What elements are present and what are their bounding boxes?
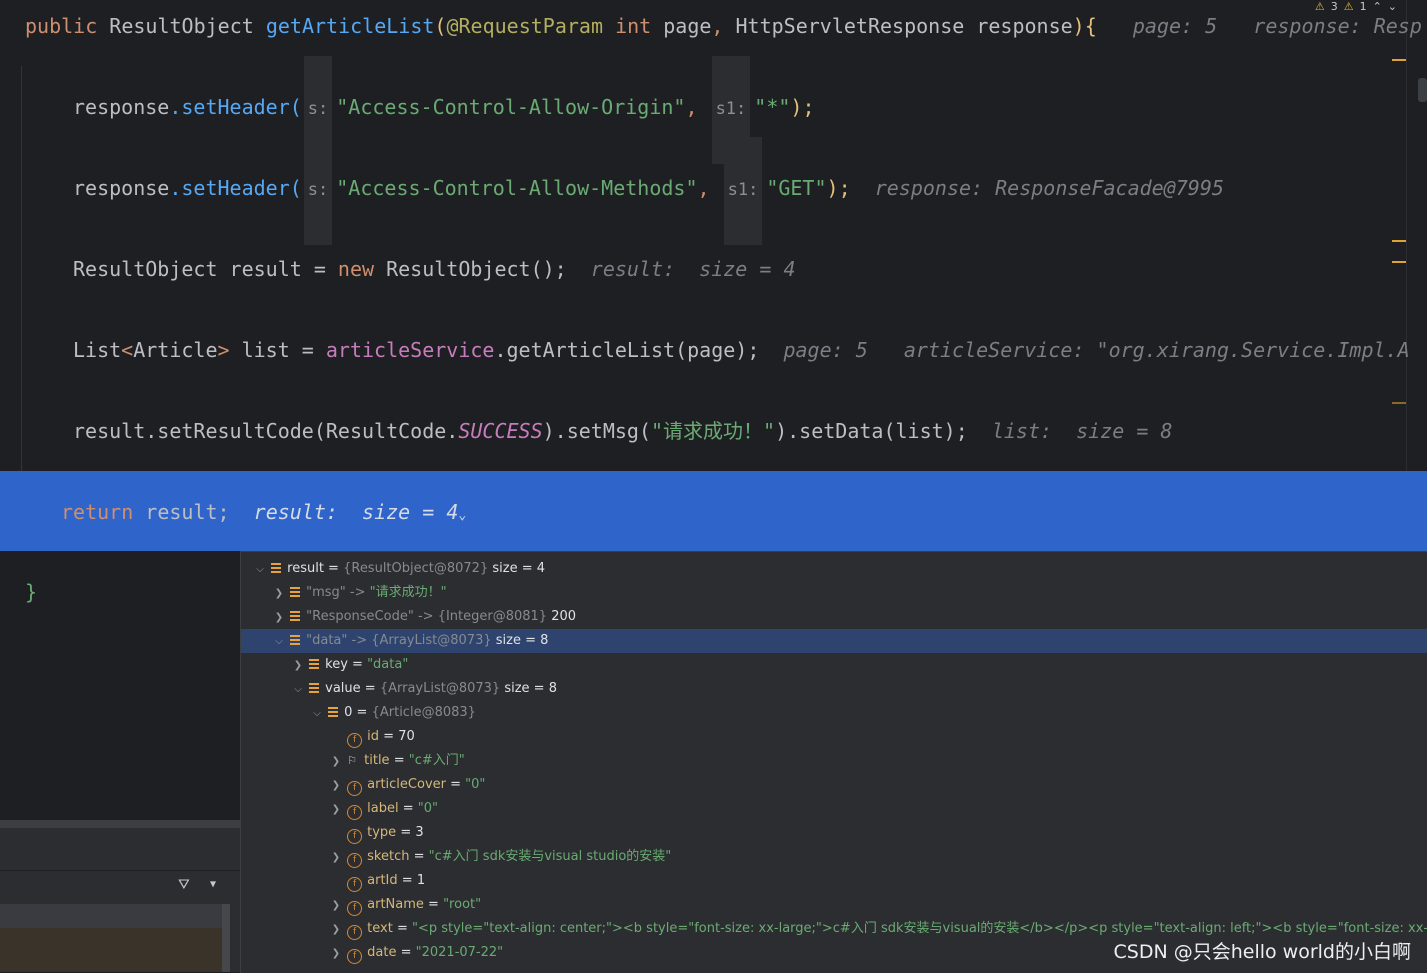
field-icon: f (347, 949, 363, 964)
chevron-down-icon[interactable]: ⌵ (253, 558, 267, 582)
tree-row[interactable]: f id = 70 (241, 725, 1427, 749)
tree-row[interactable]: ⌵ "data" -> {ArrayList@8073} size = 8 (241, 629, 1427, 653)
tree-row[interactable]: ⌵ value = {ArrayList@8073} size = 8 (241, 677, 1427, 701)
entry-icon (290, 587, 301, 597)
tree-row[interactable]: ❯ f label = "0" (241, 797, 1427, 821)
inline-hint: response: Resp (1253, 14, 1422, 38)
closing-brace: } (25, 580, 38, 604)
tree-row[interactable]: ⌵ 0 = {Article@8083} (241, 701, 1427, 725)
chevron-down-icon[interactable]: ⌵ (291, 678, 305, 702)
chevron-down-icon[interactable]: ⌵ (272, 630, 286, 654)
inline-hint: articleService: "org.xirang.Service.Impl… (903, 338, 1410, 362)
chevron-right-icon[interactable]: ❯ (329, 942, 343, 966)
tree-row[interactable]: f type = 3 (241, 821, 1427, 845)
chevron-right-icon[interactable]: ❯ (272, 582, 286, 606)
inline-hint: response: ResponseFacade@7995 (874, 176, 1224, 200)
code-line-new-result[interactable]: ResultObject result = new ResultObject()… (73, 254, 795, 284)
frame-row-selected[interactable] (0, 904, 222, 928)
field-icon: f (347, 925, 363, 940)
tree-row[interactable]: ❯ "ResponseCode" -> {Integer@8081} 200 (241, 605, 1427, 629)
field-icon: f (347, 853, 363, 868)
param-hint-tag: s: (303, 137, 333, 245)
stripe-mark (1392, 402, 1406, 404)
tree-row[interactable]: ❯ ⚐ title = "c#入门" (241, 749, 1427, 773)
flag-icon: ⚐ (347, 754, 358, 767)
chevron-right-icon[interactable]: ❯ (291, 654, 305, 678)
chevron-right-icon[interactable]: ❯ (272, 606, 286, 630)
inline-hint: page: 5 (1132, 14, 1218, 38)
watermark: CSDN @只会hello world的小白啊 (1113, 941, 1411, 963)
chevron-right-icon[interactable]: ❯ (329, 894, 343, 918)
inline-hint: list: size = 8 (991, 419, 1173, 443)
frames-panel: ⛛ ▼ (0, 820, 240, 972)
tree-row[interactable]: f artId = 1 (241, 869, 1427, 893)
stripe-mark (1392, 59, 1406, 61)
filter-icon[interactable]: ⛛ (178, 877, 190, 893)
chevron-right-icon[interactable]: ❯ (329, 798, 343, 822)
chevron-right-icon[interactable]: ❯ (329, 918, 343, 942)
entry-icon (290, 611, 301, 621)
tree-row[interactable]: ❯ f artName = "root" (241, 893, 1427, 917)
entry-icon (271, 563, 282, 573)
code-line-set-header-origin[interactable]: response.setHeader(s: "Access-Control-All… (73, 56, 815, 164)
entry-icon (290, 635, 301, 645)
field-icon: f (347, 829, 363, 844)
inline-hint: result: size = 4 (590, 257, 796, 281)
chevron-right-icon[interactable]: ❯ (329, 774, 343, 798)
param-hint-tag: s1: (711, 56, 751, 164)
entry-icon (309, 659, 320, 669)
tree-row[interactable]: ❯ "msg" -> "请求成功！" (241, 581, 1427, 605)
field-icon: f (347, 805, 363, 820)
dropdown-arrow-icon[interactable]: ▼ (210, 879, 216, 890)
tree-row[interactable]: ❯ f sketch = "c#入门 sdk安装与visual studio的安装… (241, 845, 1427, 869)
entry-icon (328, 707, 339, 717)
code-line-set-result[interactable]: result.setResultCode(ResultCode.SUCCESS)… (73, 416, 1172, 446)
tree-row[interactable]: ❯ key = "data" (241, 653, 1427, 677)
code-line-return[interactable]: return result; result: size = 4⌄ (61, 497, 466, 527)
tree-row[interactable]: ⌵ result = {ResultObject@8072} size = 4 (241, 557, 1427, 581)
stripe-mark (1392, 240, 1406, 242)
chevron-right-icon[interactable]: ❯ (329, 750, 343, 774)
param-hint-tag: s: (303, 56, 333, 164)
entry-icon (309, 683, 320, 693)
field-icon: f (347, 901, 363, 916)
variables-tree-panel: ⌵ result = {ResultObject@8072} size = 4 ❯… (240, 551, 1427, 973)
chevron-down-icon[interactable]: ⌵ (310, 702, 324, 726)
expand-hint-icon[interactable]: ⌄ (458, 508, 466, 523)
chevron-right-icon[interactable]: ❯ (329, 846, 343, 870)
frames-toolbar: ⛛ ▼ (0, 870, 240, 903)
inline-hint: page: 5 (783, 338, 868, 362)
stripe-mark (1392, 261, 1406, 263)
frame-row[interactable] (0, 928, 222, 972)
tree-row[interactable]: ❯ f articleCover = "0" (241, 773, 1427, 797)
param-hint-tag: s1: (723, 137, 763, 245)
panel-splitter[interactable] (0, 820, 240, 828)
field-icon: f (347, 781, 363, 796)
code-line-get-list[interactable]: List<Article> list = articleService.getA… (73, 335, 1410, 365)
method-signature[interactable]: public ResultObject getArticleList(@Requ… (25, 11, 1422, 41)
scroll-thumb[interactable] (1418, 78, 1427, 102)
field-icon: f (347, 733, 363, 748)
inline-hint: result: size = 4 (253, 500, 459, 524)
code-line-set-header-methods[interactable]: response.setHeader(s: "Access-Control-All… (73, 137, 1224, 245)
indent-guide (21, 66, 22, 471)
scrollbar[interactable] (222, 904, 230, 972)
field-icon: f (347, 877, 363, 892)
